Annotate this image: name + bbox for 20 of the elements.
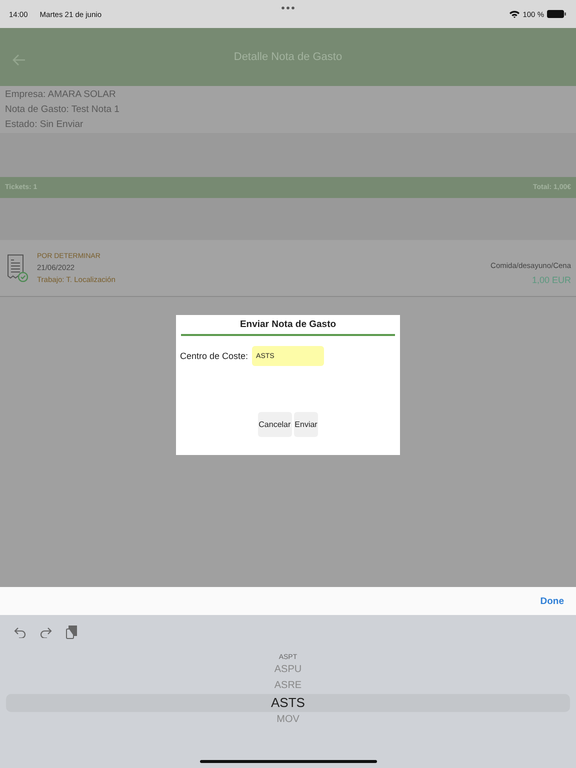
more-icon[interactable] bbox=[281, 6, 295, 10]
battery-icon bbox=[547, 10, 567, 18]
undo-icon[interactable] bbox=[14, 626, 26, 638]
picker-option[interactable]: ASRE bbox=[0, 678, 576, 694]
redo-icon[interactable] bbox=[40, 626, 52, 638]
ticket-amount: 1,00 EUR bbox=[532, 275, 571, 285]
dialog-button[interactable]: Enviar bbox=[294, 412, 318, 437]
info-line: Estado: Sin Enviar bbox=[5, 118, 84, 132]
field-label: Centro de Coste: bbox=[180, 351, 248, 361]
done-button[interactable]: Done bbox=[540, 596, 564, 606]
info-line: Empresa: AMARA SOLAR bbox=[5, 88, 117, 102]
clipboard-icon[interactable] bbox=[66, 625, 77, 639]
dialog-title: Enviar Nota de Gasto bbox=[181, 319, 395, 336]
picker-option[interactable]: ASPU bbox=[0, 662, 576, 678]
info-line: Nota de Gasto: Test Nota 1 bbox=[5, 103, 120, 117]
wifi-icon bbox=[508, 10, 520, 18]
receipt-icon bbox=[6, 254, 28, 282]
dialog-button[interactable]: Cancelar bbox=[258, 412, 292, 437]
picker-option[interactable]: MOV bbox=[0, 712, 576, 728]
picker-option[interactable]: ASTS bbox=[6, 694, 570, 712]
